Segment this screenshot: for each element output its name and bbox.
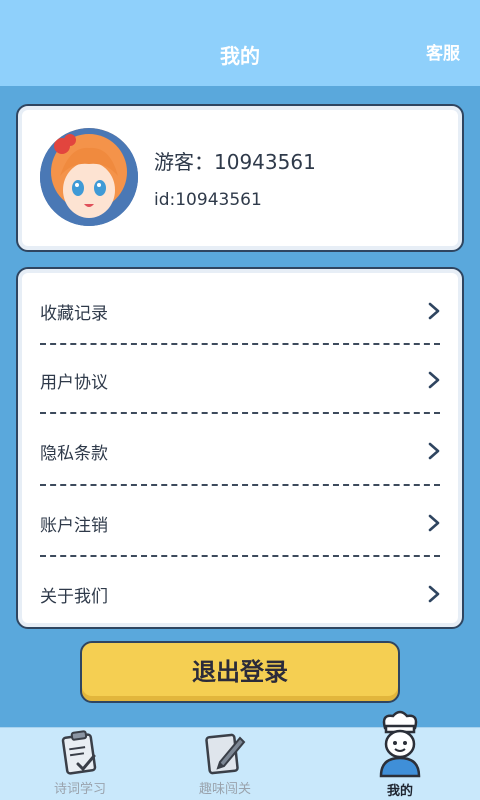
- tab-label: 我的: [386, 784, 413, 799]
- menu-item-about-us[interactable]: 关于我们: [18, 574, 462, 614]
- chevron-right-icon: [428, 585, 440, 603]
- menu-item-privacy-policy[interactable]: 隐私条款: [18, 431, 462, 471]
- tab-mine[interactable]: 我的: [320, 710, 480, 800]
- settings-menu: 收藏记录 用户协议 隐私条款 账户注销 关于我们: [16, 267, 464, 629]
- notepad-pencil-icon: [205, 733, 246, 775]
- dashed-divider: [40, 555, 440, 557]
- tab-label: 趣味闯关: [198, 782, 251, 797]
- customer-service-button[interactable]: 客服: [426, 40, 460, 68]
- menu-item-label: 账户注销: [40, 516, 108, 536]
- avatar[interactable]: [40, 128, 138, 226]
- logout-button[interactable]: 退出登录: [80, 641, 400, 703]
- clipboard-check-icon: [61, 730, 97, 775]
- bottom-tab-bar: 诗词学习 趣味闯关 我的: [0, 710, 480, 800]
- top-bar: 我的 客服: [0, 0, 480, 86]
- user-nickname: 游客：10943561: [154, 150, 316, 174]
- menu-item-label: 关于我们: [40, 587, 108, 607]
- tab-fun-challenge[interactable]: 趣味闯关: [145, 728, 305, 800]
- anime-girl-avatar-icon: [40, 128, 138, 226]
- dashed-divider: [40, 412, 440, 414]
- menu-item-label: 用户协议: [40, 373, 108, 393]
- dashed-divider: [40, 343, 440, 345]
- tab-label: 诗词学习: [53, 782, 106, 797]
- chevron-right-icon: [428, 514, 440, 532]
- tab-poetry-study[interactable]: 诗词学习: [0, 728, 160, 800]
- chef-avatar-icon: [379, 710, 421, 778]
- menu-item-favorites[interactable]: 收藏记录: [18, 291, 462, 331]
- user-id: id:10943561: [154, 190, 262, 210]
- profile-card: 游客：10943561 id:10943561: [16, 104, 464, 252]
- dashed-divider: [40, 484, 440, 486]
- page-title: 我的: [220, 44, 260, 68]
- chevron-right-icon: [428, 442, 440, 460]
- menu-item-label: 隐私条款: [40, 444, 108, 464]
- menu-item-user-agreement[interactable]: 用户协议: [18, 360, 462, 400]
- menu-item-label: 收藏记录: [40, 304, 108, 324]
- chevron-right-icon: [428, 371, 440, 389]
- menu-item-delete-account[interactable]: 账户注销: [18, 503, 462, 543]
- chevron-right-icon: [428, 302, 440, 320]
